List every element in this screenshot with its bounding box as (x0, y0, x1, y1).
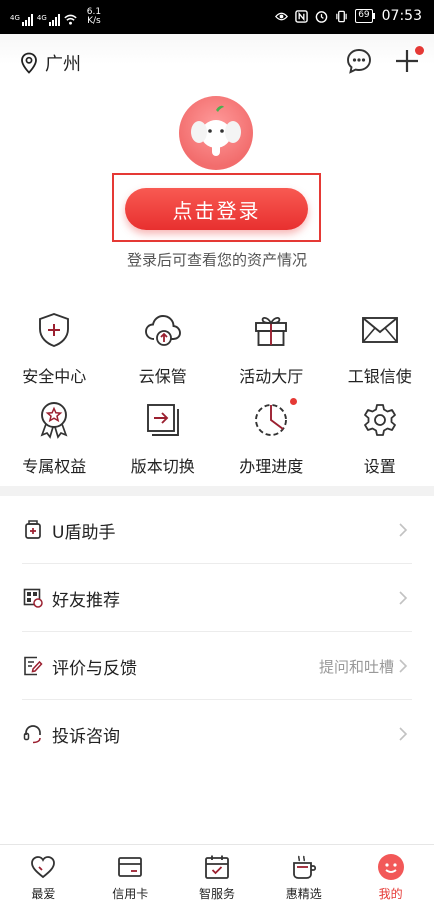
eye-icon (275, 12, 289, 20)
add-button[interactable] (392, 46, 424, 76)
grid-item-label: 版本切换 (130, 457, 195, 476)
vibrate-icon (336, 10, 347, 22)
function-grid-row: 专属权益 版本切换 办理进度 设置 (0, 394, 434, 484)
chevron-right-icon (399, 727, 408, 741)
grid-item-exclusive-benefits[interactable]: 专属权益 (0, 394, 109, 484)
network-type: 4G (10, 14, 20, 22)
bottom-tab-bar: 最爱 信用卡 智服务 惠精选 我的 (0, 844, 434, 910)
menu-item-label: 好友推荐 (52, 590, 120, 611)
chevron-right-icon (399, 591, 408, 605)
grid-item-label: 云保管 (138, 367, 187, 386)
menu-item-label: 投诉咨询 (52, 726, 120, 747)
menu-list: U盾助手 好友推荐 评价与反馈 提问和吐槽 投诉咨询 (0, 496, 434, 768)
nfc-icon (295, 9, 308, 23)
grid-item-label: 办理进度 (239, 457, 304, 476)
credit-card-icon (116, 853, 144, 881)
section-divider (0, 486, 434, 496)
qr-recommend-icon (22, 587, 44, 609)
signal-icon: 4G (10, 14, 33, 26)
menu-item-label: 评价与反馈 (52, 658, 137, 679)
tab-label: 惠精选 (285, 887, 322, 901)
menu-item-complaint[interactable]: 投诉咨询 (0, 700, 434, 768)
tab-favorites[interactable]: 最爱 (0, 845, 87, 910)
menu-item-feedback[interactable]: 评价与反馈 提问和吐槽 (0, 632, 434, 700)
tab-label: 最爱 (31, 887, 56, 901)
gear-icon (360, 400, 400, 440)
grid-item-security-center[interactable]: 安全中心 (0, 304, 109, 394)
wifi-icon (64, 14, 77, 25)
grid-item-label: 安全中心 (22, 367, 87, 386)
grid-item-label: 专属权益 (22, 457, 87, 476)
signal-icon: 4G (37, 14, 60, 26)
function-grid-row: 安全中心 云保管 活动大厅 工银信使 (0, 304, 434, 394)
grid-item-settings[interactable]: 设置 (326, 394, 434, 484)
tab-mine[interactable]: 我的 (347, 845, 434, 910)
city-label: 广州 (45, 54, 81, 75)
status-right: 69 07:53 (275, 8, 422, 24)
grid-item-messenger[interactable]: 工银信使 (326, 304, 434, 394)
grid-item-label: 设置 (363, 457, 396, 476)
elephant-mascot-icon (191, 105, 241, 156)
battery-icon: 69 (355, 9, 375, 23)
switch-version-icon (143, 400, 183, 440)
battery-level: 69 (355, 9, 373, 23)
notification-dot (415, 46, 424, 55)
tab-selected-deals[interactable]: 惠精选 (260, 845, 347, 910)
chat-bubble-icon (347, 49, 371, 74)
account-header: 广州 点击登录 登录后可查看您的资产情况 安全中心 云保管 活动大厅 工银信使 … (0, 34, 434, 488)
medal-star-icon (34, 400, 74, 440)
login-hint: 登录后可查看您的资产情况 (126, 251, 307, 269)
calendar-check-icon (203, 853, 231, 881)
envelope-icon (360, 310, 400, 350)
function-grid: 安全中心 云保管 活动大厅 工银信使 专属权益 版本切换 办理进度 设置 (0, 304, 434, 484)
progress-pie-icon (251, 398, 298, 440)
grid-item-progress[interactable]: 办理进度 (217, 394, 326, 484)
location-pin-icon (21, 52, 37, 74)
network-type: 4G (36, 14, 47, 22)
menu-item-hint: 提问和吐槽 (318, 657, 394, 676)
usb-key-icon (22, 519, 44, 541)
grid-item-activity-hall[interactable]: 活动大厅 (217, 304, 326, 394)
notification-dot (290, 398, 298, 405)
login-button[interactable]: 点击登录 (125, 188, 308, 230)
chevron-right-icon (399, 523, 408, 537)
feedback-edit-icon (22, 655, 44, 677)
alarm-icon (315, 10, 328, 23)
tab-label: 智服务 (198, 887, 235, 901)
grid-item-cloud-storage[interactable]: 云保管 (109, 304, 218, 394)
coffee-bag-icon (290, 853, 318, 881)
shield-plus-icon (34, 310, 74, 350)
chevron-right-icon (399, 659, 408, 673)
avatar[interactable] (179, 96, 253, 170)
network-speed: 6.1 K/s (86, 7, 102, 26)
message-button[interactable] (344, 46, 374, 76)
location-selector[interactable]: 广州 (20, 50, 81, 76)
login-highlight-frame: 点击登录 (112, 173, 321, 242)
heart-icon (29, 853, 57, 881)
menu-item-label: U盾助手 (52, 522, 116, 543)
headset-icon (22, 723, 44, 745)
grid-item-version-switch[interactable]: 版本切换 (109, 394, 218, 484)
menu-item-friend-recommend[interactable]: 好友推荐 (0, 564, 434, 632)
tab-credit-card[interactable]: 信用卡 (87, 845, 174, 910)
status-left: 4G 4G 6.1 K/s (10, 8, 101, 26)
menu-item-ushield[interactable]: U盾助手 (0, 496, 434, 564)
mine-icon (377, 853, 405, 881)
grid-item-label: 工银信使 (347, 367, 412, 386)
grid-item-label: 活动大厅 (239, 367, 304, 386)
cloud-upload-icon (143, 310, 183, 350)
tab-smart-service[interactable]: 智服务 (174, 845, 261, 910)
gift-icon (251, 310, 291, 350)
tab-label: 我的 (378, 887, 403, 901)
status-bar: 4G 4G 6.1 K/s 69 07:53 (0, 0, 434, 34)
tab-label: 信用卡 (112, 887, 149, 901)
clock: 07:53 (381, 8, 422, 24)
header-actions (344, 46, 424, 76)
